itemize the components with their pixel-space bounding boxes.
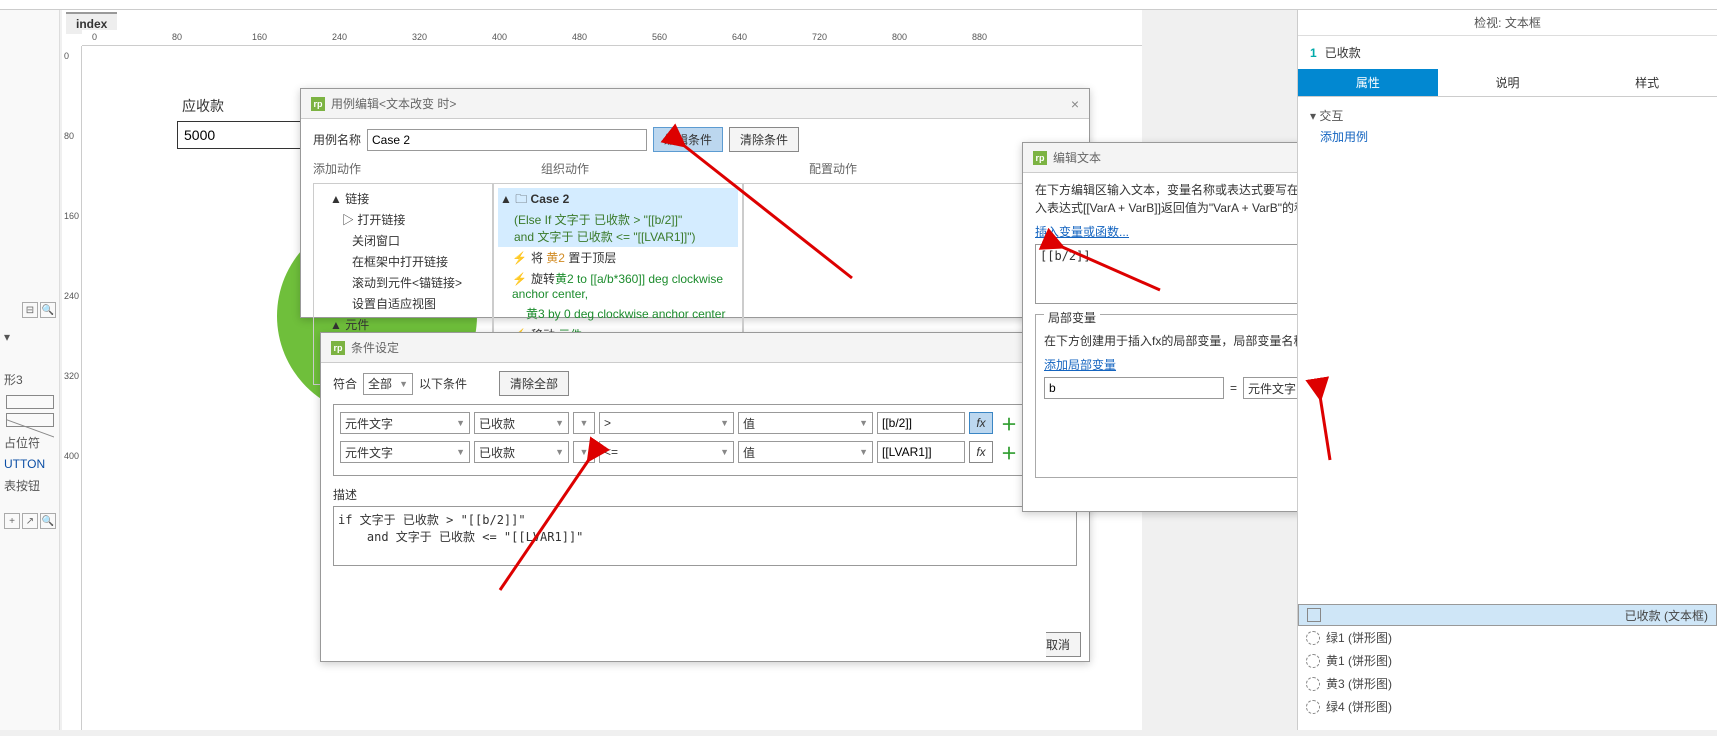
- add-local-var-link[interactable]: 添加局部变量: [1044, 358, 1116, 372]
- search-icon[interactable]: 🔍: [40, 302, 56, 318]
- condition-row: 元件文字▼ 已收款▼ ▼ >▼ 值▼ fx ＋ ✖: [340, 411, 1070, 435]
- rect-icon[interactable]: [6, 395, 54, 409]
- insert-var-link[interactable]: 插入变量或函数...: [1035, 225, 1129, 239]
- outline-item[interactable]: 黄1 (饼形图): [1298, 649, 1717, 672]
- col-add-action: 添加动作: [313, 160, 361, 177]
- add-row-icon[interactable]: ＋: [997, 411, 1021, 435]
- pie-icon: [1306, 677, 1320, 691]
- outline-item[interactable]: 绿4 (饼形图): [1298, 695, 1717, 718]
- fx-button[interactable]: fx: [969, 412, 993, 434]
- cond-widget-picker[interactable]: ▼: [573, 412, 595, 434]
- case-name-input[interactable]: [367, 129, 647, 151]
- outline-item[interactable]: 已收款 (文本框): [1298, 604, 1717, 626]
- section-interaction[interactable]: 交互: [1319, 109, 1343, 123]
- receivable-label: 应收款: [182, 96, 224, 116]
- description-label: 描述: [333, 486, 1077, 503]
- search-icon-2[interactable]: 🔍: [40, 513, 56, 529]
- pie-icon: [1306, 631, 1320, 645]
- clear-all-button[interactable]: 清除全部: [499, 371, 569, 396]
- cond-op-select[interactable]: >▼: [599, 412, 734, 434]
- cond-type-select[interactable]: 元件文字▼: [340, 441, 470, 463]
- cond-kind-select[interactable]: 值▼: [738, 441, 873, 463]
- description-box: if 文字于 已收款 > "[[b/2]]" and 文字于 已收款 <= "[…: [333, 506, 1077, 566]
- cond-widget-select[interactable]: 已收款▼: [474, 441, 569, 463]
- inspector-index: 1: [1310, 46, 1317, 60]
- dialog-title: 条件设定: [351, 339, 399, 356]
- app-icon: rp: [1033, 151, 1047, 165]
- panel-toggle-icon[interactable]: ⊟: [22, 302, 38, 318]
- condition-row: 元件文字▼ 已收款▼ ▼ <=▼ 值▼ fx ＋ ✖: [340, 440, 1070, 464]
- pie-icon: [1306, 700, 1320, 714]
- cond-op-select[interactable]: <=▼: [599, 441, 734, 463]
- conditions-container: 元件文字▼ 已收款▼ ▼ >▼ 值▼ fx ＋ ✖ 元件文字▼ 已收款▼ ▼ <…: [333, 404, 1077, 476]
- add-case-link[interactable]: 添加用例: [1310, 128, 1705, 145]
- equals-label: =: [1230, 381, 1237, 395]
- tablebtn-label: 表按钮: [0, 474, 60, 497]
- match-tail: 以下条件: [419, 375, 467, 392]
- case-name-label: 用例名称: [313, 131, 361, 148]
- app-icon: rp: [331, 341, 345, 355]
- ruler-horizontal: 0 80 160 240 320 400 480 560 640 720 800…: [82, 30, 1142, 46]
- add-row-icon[interactable]: ＋: [997, 440, 1021, 464]
- cond-widget-picker[interactable]: ▼: [573, 441, 595, 463]
- inspector-header: 检视: 文本框: [1298, 10, 1717, 36]
- col-config-action: 配置动作: [809, 160, 857, 177]
- tab-style[interactable]: 样式: [1577, 69, 1717, 96]
- left-sidebar: ⊟🔍 ▾ 形3 占位符 UTTON 表按钮 +↗🔍: [0, 10, 60, 730]
- close-icon[interactable]: ×: [1071, 96, 1079, 112]
- dialog-title: 编辑文本: [1053, 149, 1101, 166]
- app-icon: rp: [311, 97, 325, 111]
- outline-list: 已收款 (文本框) 绿1 (饼形图) 黄1 (饼形图) 黄3 (饼形图) 绿4 …: [1298, 602, 1717, 720]
- fx-button[interactable]: fx: [969, 441, 993, 463]
- textbox-icon: [1307, 608, 1321, 622]
- add-icon[interactable]: +: [4, 513, 20, 529]
- outline-item[interactable]: 绿1 (饼形图): [1298, 626, 1717, 649]
- local-vars-legend: 局部变量: [1044, 309, 1100, 326]
- cancel-button[interactable]: 取消: [1046, 632, 1081, 657]
- cond-type-select[interactable]: 元件文字▼: [340, 412, 470, 434]
- clear-condition-button[interactable]: 清除条件: [729, 127, 799, 152]
- tab-notes[interactable]: 说明: [1438, 69, 1578, 96]
- case-editor-dialog: rp 用例编辑<文本改变 时> × 用例名称 编辑条件 清除条件 添加动作 组织动作…: [300, 88, 1090, 318]
- export-icon[interactable]: ↗: [22, 513, 38, 529]
- cond-kind-select[interactable]: 值▼: [738, 412, 873, 434]
- col-org-action: 组织动作: [541, 160, 589, 177]
- ruler-vertical: 0 80 160 240 320 400: [62, 46, 82, 730]
- condition-builder-dialog: rp 条件设定 符合 全部▼ 以下条件 清除全部 元件文字▼ 已收款▼ ▼ >▼ …: [320, 332, 1090, 662]
- envelope-icon[interactable]: [6, 413, 54, 427]
- match-label: 符合: [333, 375, 357, 392]
- cond-widget-select[interactable]: 已收款▼: [474, 412, 569, 434]
- dialog-title: 用例编辑<文本改变 时>: [331, 95, 456, 112]
- pie-icon: [1306, 654, 1320, 668]
- match-select[interactable]: 全部▼: [363, 373, 413, 395]
- shape-label: 形3: [0, 368, 60, 391]
- edit-condition-button[interactable]: 编辑条件: [653, 127, 723, 152]
- outline-item[interactable]: 黄3 (饼形图): [1298, 672, 1717, 695]
- tab-properties[interactable]: 属性: [1298, 69, 1438, 96]
- inspector-title: 已收款: [1325, 44, 1361, 61]
- cond-value-input[interactable]: [877, 441, 965, 463]
- cond-value-input[interactable]: [877, 412, 965, 434]
- inspector-panel: 检视: 文本框 1已收款 属性 说明 样式 ▾ 交互 添加用例 已收款 (文本框…: [1297, 10, 1717, 730]
- button-label: UTTON: [0, 454, 60, 474]
- var-name-input[interactable]: [1044, 377, 1224, 399]
